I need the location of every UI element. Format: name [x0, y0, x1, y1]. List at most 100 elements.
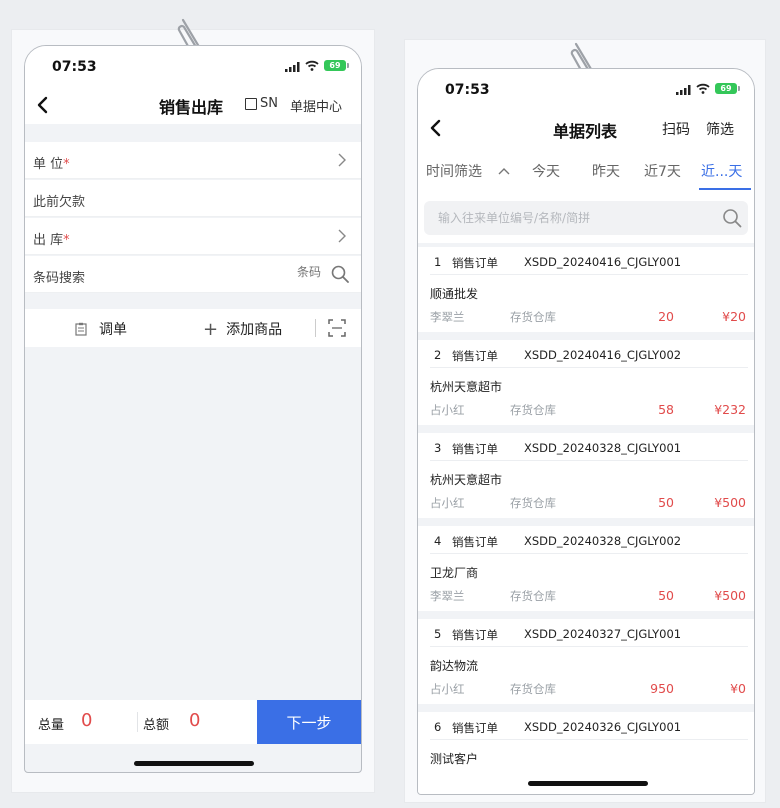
total-qty-label: 总量: [38, 718, 65, 733]
order-card-header: 1 销售订单 XSDD_20240416_CJGLY001: [430, 247, 748, 275]
filter-custom-days-tab[interactable]: 近...天: [701, 161, 742, 181]
chevron-up-icon[interactable]: [498, 167, 510, 175]
sn-checkbox[interactable]: [245, 98, 257, 110]
cellular-signal-icon: [285, 62, 300, 72]
order-code: XSDD_20240328_CJGLY001: [524, 441, 682, 455]
order-customer: 杭州天意超市: [430, 473, 503, 487]
order-card-header: 6 销售订单 XSDD_20240326_CJGLY001: [430, 712, 748, 740]
total-qty-value: 0: [81, 710, 93, 731]
arrears-row: 此前欠款: [25, 180, 361, 217]
order-customer: 杭州天意超市: [430, 380, 503, 394]
order-customer: 卫龙厂商: [430, 566, 479, 580]
filter-yesterday-tab[interactable]: 昨天: [592, 161, 620, 181]
nav-bar: 单据列表 扫码 筛选: [418, 109, 754, 147]
document-list-screen: 07:53 69 单据列表 扫码 筛选 时间筛选 今天 昨天 近7天 近...天: [417, 68, 755, 795]
order-amount: ¥500: [714, 495, 746, 510]
status-time: 07:53: [52, 59, 97, 75]
barcode-input[interactable]: [231, 265, 321, 279]
search-input[interactable]: [424, 201, 748, 235]
order-quantity: 950: [650, 681, 674, 696]
order-code: XSDD_20240328_CJGLY002: [524, 534, 682, 548]
cellular-signal-icon: [676, 85, 691, 95]
order-salesperson: 李翠兰: [430, 589, 465, 603]
arrears-label: 此前欠款: [33, 195, 86, 210]
plus-icon: +: [203, 319, 219, 340]
order-amount: ¥20: [722, 309, 746, 324]
order-amount: ¥232: [714, 402, 746, 417]
battery-icon: 69: [324, 60, 349, 71]
sn-label: SN: [260, 96, 278, 111]
filter-7days-tab[interactable]: 近7天: [644, 161, 681, 181]
order-index: 4: [434, 534, 442, 548]
status-bar: 07:53 69: [418, 69, 754, 109]
filter-today-tab[interactable]: 今天: [532, 161, 560, 181]
order-warehouse: 存货仓库: [510, 682, 556, 696]
home-indicator: [134, 761, 254, 766]
warehouse-row[interactable]: 出 库*: [25, 218, 361, 255]
order-card[interactable]: 1 销售订单 XSDD_20240416_CJGLY001 顺通批发 李翠兰 存货仓库 20…: [418, 247, 754, 332]
unit-row[interactable]: 单 位*: [25, 142, 361, 179]
order-customer: 韵达物流: [430, 659, 479, 673]
back-arrow-icon[interactable]: [426, 118, 446, 138]
back-arrow-icon[interactable]: [33, 95, 53, 115]
order-type: 销售订单: [452, 628, 498, 642]
search-icon[interactable]: [331, 265, 349, 283]
order-code: XSDD_20240326_CJGLY001: [524, 720, 682, 734]
chevron-right-icon: [338, 153, 346, 167]
order-card[interactable]: 3 销售订单 XSDD_20240328_CJGLY001 杭州天意超市 占小红 存货仓库…: [418, 433, 754, 518]
order-card[interactable]: 4 销售订单 XSDD_20240328_CJGLY002 卫龙厂商 李翠兰 存货仓库 50…: [418, 526, 754, 611]
order-card[interactable]: 2 销售订单 XSDD_20240416_CJGLY002 杭州天意超市 占小红 存货仓库…: [418, 340, 754, 425]
divider: [315, 319, 316, 337]
order-quantity: 20: [658, 309, 674, 324]
order-card[interactable]: 5 销售订单 XSDD_20240327_CJGLY001 韵达物流 占小红 存货仓库 95…: [418, 619, 754, 704]
order-customer: 顺通批发: [430, 287, 479, 301]
battery-icon: 69: [715, 83, 740, 94]
order-type: 销售订单: [452, 442, 498, 456]
order-quantity: 50: [658, 495, 674, 510]
order-amount: ¥500: [714, 588, 746, 603]
chevron-right-icon: [338, 229, 346, 243]
filter-button[interactable]: 筛选: [706, 119, 734, 139]
order-warehouse: 存货仓库: [510, 589, 556, 603]
order-salesperson: 占小红: [430, 403, 465, 417]
total-amount-value: 0: [189, 710, 201, 731]
order-warehouse: 存货仓库: [510, 310, 556, 324]
add-product-button[interactable]: + 添加商品: [203, 319, 282, 340]
order-type: 销售订单: [452, 721, 498, 735]
order-quantity: 50: [658, 588, 674, 603]
page-title: 单据列表: [553, 122, 618, 141]
order-warehouse: 存货仓库: [510, 496, 556, 510]
scan-button[interactable]: 扫码: [662, 119, 690, 139]
time-filter-label[interactable]: 时间筛选: [426, 161, 482, 181]
unit-label: 单 位*: [33, 157, 70, 172]
order-card-header: 3 销售订单 XSDD_20240328_CJGLY001: [430, 433, 748, 461]
sales-outbound-screen: 07:53 69 销售出库 SN 单据中心 单 位* 此前欠款 出 库* 条码搜…: [24, 45, 362, 773]
search-section: [418, 193, 754, 243]
order-salesperson: 占小红: [430, 682, 465, 696]
status-bar: 07:53 69: [25, 46, 361, 86]
order-type: 销售订单: [452, 349, 498, 363]
time-filter-bar: 时间筛选 今天 昨天 近7天 近...天: [418, 147, 754, 193]
active-tab-underline: [699, 188, 751, 190]
nav-bar: 销售出库 SN 单据中心: [25, 86, 361, 124]
order-index: 3: [434, 441, 442, 455]
doc-center-link[interactable]: 单据中心: [290, 96, 342, 115]
order-customer: 测试客户: [430, 752, 479, 766]
order-salesperson: 李翠兰: [430, 310, 465, 324]
order-type: 销售订单: [452, 256, 498, 270]
search-icon[interactable]: [722, 208, 742, 228]
adjust-order-button[interactable]: 调单: [75, 319, 127, 339]
order-code: XSDD_20240416_CJGLY002: [524, 348, 682, 362]
scan-icon[interactable]: [328, 319, 346, 337]
barcode-search-label: 条码搜索: [33, 271, 86, 286]
order-index: 5: [434, 627, 442, 641]
clipboard-icon: [75, 322, 87, 336]
next-step-button[interactable]: 下一步: [257, 700, 361, 744]
barcode-search-row: 条码搜索: [25, 256, 361, 293]
order-index: 2: [434, 348, 442, 362]
order-salesperson: 占小红: [430, 496, 465, 510]
order-index: 1: [434, 255, 442, 269]
home-indicator: [528, 781, 648, 786]
order-quantity: 58: [658, 402, 674, 417]
warehouse-label: 出 库*: [33, 233, 70, 248]
